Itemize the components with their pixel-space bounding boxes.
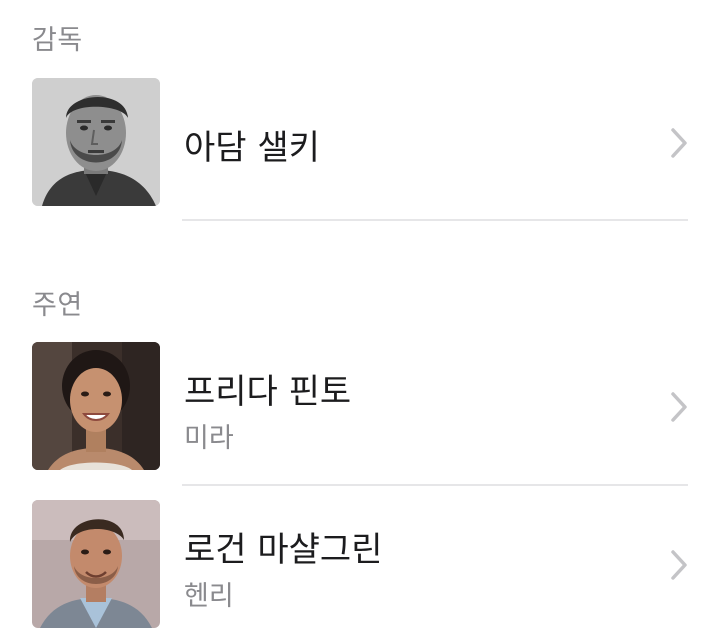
person-name: 프리다 핀토 <box>184 372 352 412</box>
person-role: 미라 <box>184 423 234 454</box>
person-row-director[interactable]: 아담 샐키 <box>0 78 715 206</box>
section-header-cast: 주연 <box>32 290 83 321</box>
person-name: 아담 샐키 <box>184 128 320 168</box>
row-separator <box>182 219 688 221</box>
actress-portrait-image <box>32 342 160 470</box>
person-row-cast-2[interactable]: 로건 마샬그린 헨리 <box>0 500 715 628</box>
chevron-right-icon <box>664 390 692 424</box>
person-role: 헨리 <box>184 581 234 612</box>
chevron-right-icon <box>664 548 692 582</box>
director-avatar <box>32 78 160 206</box>
section-header-director: 감독 <box>32 25 83 56</box>
actor-portrait-image <box>32 500 160 628</box>
person-name: 로건 마샬그린 <box>184 530 383 570</box>
actor-avatar <box>32 500 160 628</box>
chevron-right-icon <box>664 126 692 160</box>
person-row-cast-1[interactable]: 프리다 핀토 미라 <box>0 342 715 470</box>
actress-avatar <box>32 342 160 470</box>
row-separator <box>182 484 688 486</box>
director-portrait-image <box>32 78 160 206</box>
